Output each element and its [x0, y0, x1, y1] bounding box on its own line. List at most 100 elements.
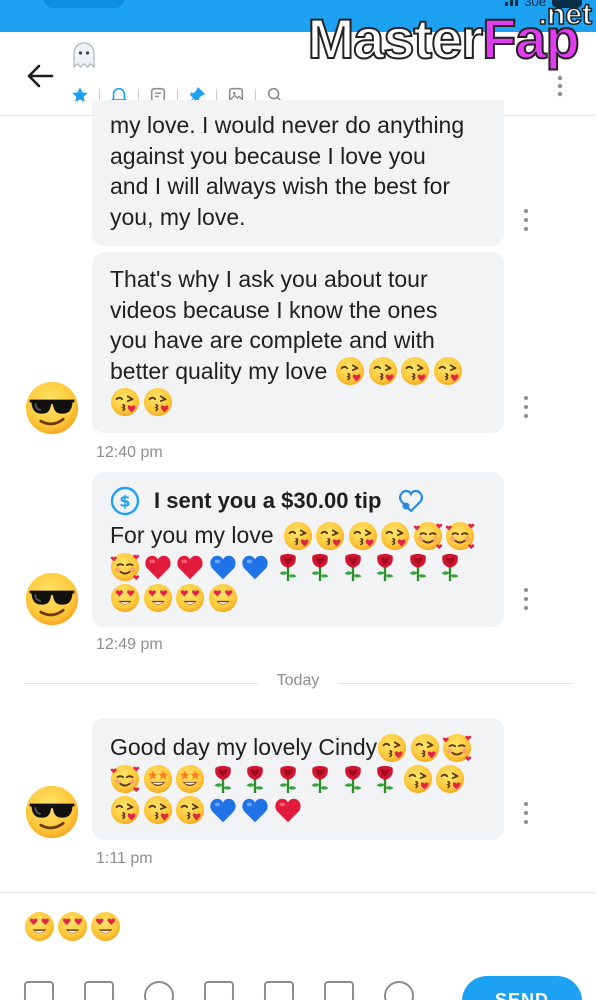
smiling-hearts-icon — [442, 733, 472, 763]
sunglasses-avatar-icon[interactable] — [24, 784, 80, 840]
rose-icon — [370, 764, 400, 794]
rose-icon — [370, 552, 400, 582]
rose-icon — [403, 552, 433, 582]
message-line: you, my love. — [110, 203, 246, 230]
message-menu-icon[interactable] — [520, 588, 532, 610]
message-line: my love. I would never do anything — [110, 112, 465, 138]
message-line: against you because I love you — [110, 142, 426, 169]
kissing-face-icon — [315, 521, 345, 551]
kissing-face-icon — [283, 521, 313, 551]
message-bubble[interactable]: my love. I would never do anything again… — [92, 100, 504, 246]
emoji-row — [110, 582, 486, 613]
rose-icon — [240, 764, 270, 794]
dollar-icon: $ — [110, 486, 140, 516]
message-time: 12:40 pm — [96, 444, 163, 461]
arrow-left-icon — [27, 64, 54, 88]
tip-text: I sent you a $30.00 tip — [154, 487, 382, 513]
message-line: and I will always wish the best for — [110, 173, 451, 199]
message-menu-icon[interactable] — [520, 209, 532, 231]
sunglasses-avatar-icon[interactable] — [24, 571, 80, 627]
rose-icon — [305, 552, 335, 582]
kissing-face-icon — [377, 733, 407, 763]
kissing-face-icon — [143, 795, 173, 825]
blue-heart-icon — [208, 795, 238, 825]
heart-eyes-icon — [110, 583, 140, 613]
rose-icon — [338, 552, 368, 582]
message-line: you have are complete and with — [110, 327, 435, 353]
date-divider-label: Today — [276, 672, 320, 689]
status-text: 30e — [524, 0, 546, 9]
red-heart-icon — [143, 552, 173, 582]
kissing-face-icon — [110, 387, 140, 417]
kissing-face-icon — [403, 764, 433, 794]
message-line-with-emoji: For you my love — [110, 520, 486, 551]
calendar-icon[interactable] — [324, 981, 354, 1000]
emoji-row — [110, 551, 486, 582]
signal-icon — [505, 0, 519, 6]
emoji-row — [110, 763, 486, 794]
message-line-with-emoji: Good day my lovely Cindy — [110, 732, 486, 763]
kissing-face-icon — [410, 733, 440, 763]
tip-message-bubble[interactable]: $ I sent you a $30.00 tip For you my lov… — [92, 472, 504, 627]
message-menu-icon[interactable] — [520, 802, 532, 824]
svg-text:$: $ — [119, 492, 130, 511]
status-notification-pill — [44, 0, 124, 8]
composer-toolbar — [24, 981, 414, 1000]
kissing-face-icon — [400, 356, 430, 386]
star-struck-icon — [143, 764, 173, 794]
back-button[interactable] — [22, 58, 58, 94]
tip-line: $ I sent you a $30.00 tip — [110, 482, 486, 520]
mention-icon[interactable] — [384, 981, 414, 1000]
price-tag-icon[interactable] — [264, 981, 294, 1000]
rose-icon — [338, 764, 368, 794]
heart-eyes-icon — [175, 583, 205, 613]
blue-heart-icon — [240, 552, 270, 582]
sunglasses-avatar-icon[interactable] — [24, 380, 80, 436]
rose-icon — [305, 764, 335, 794]
rose-icon — [273, 764, 303, 794]
message-line: videos because I know the ones — [110, 296, 438, 323]
message-bubble[interactable]: That's why I ask you about tour videos b… — [92, 252, 504, 433]
kissing-face-icon — [143, 387, 173, 417]
heart-eyes-icon — [24, 911, 55, 942]
message-line: Good day my lovely Cindy — [110, 734, 378, 761]
emoji-row — [110, 387, 486, 418]
smiling-hearts-icon — [445, 521, 475, 551]
heart-eyes-icon — [57, 911, 88, 942]
more-options-icon[interactable] — [548, 74, 572, 98]
message-time: 1:11 pm — [96, 850, 153, 867]
blue-heart-icon — [240, 795, 270, 825]
red-heart-icon — [175, 552, 205, 582]
kissing-face-icon — [368, 356, 398, 386]
video-icon[interactable] — [84, 981, 114, 1000]
send-button[interactable]: SEND — [462, 976, 582, 1000]
message-line: For you my love — [110, 522, 274, 549]
emoji-row — [110, 794, 486, 825]
message-line: better quality my love — [110, 357, 328, 384]
message-time: 12:49 pm — [96, 636, 163, 653]
blue-heart-outline-icon — [399, 489, 424, 513]
smiling-hearts-icon — [413, 521, 443, 551]
rose-icon — [435, 552, 465, 582]
heart-eyes-icon — [143, 583, 173, 613]
ghost-icon[interactable] — [70, 40, 98, 70]
smiling-hearts-icon — [110, 552, 140, 582]
message-menu-icon[interactable] — [520, 396, 532, 418]
template-icon[interactable] — [204, 981, 234, 1000]
kissing-face-icon — [380, 521, 410, 551]
heart-eyes-icon — [90, 911, 121, 942]
rose-icon — [273, 552, 303, 582]
status-bar: 30e — [0, 0, 596, 32]
message-line: That's why I ask you about tour — [110, 266, 428, 292]
star-icon[interactable] — [68, 84, 92, 106]
message-line-with-emoji: better quality my love — [110, 356, 486, 387]
blue-heart-icon — [208, 552, 238, 582]
red-heart-icon — [273, 795, 303, 825]
message-bubble[interactable]: Good day my lovely Cindy — [92, 718, 504, 840]
kissing-face-icon — [435, 764, 465, 794]
battery-icon — [552, 0, 582, 8]
smiling-hearts-icon — [110, 764, 140, 794]
image-upload-icon[interactable] — [24, 981, 54, 1000]
voice-icon[interactable] — [144, 981, 174, 1000]
kissing-face-icon — [335, 356, 365, 386]
